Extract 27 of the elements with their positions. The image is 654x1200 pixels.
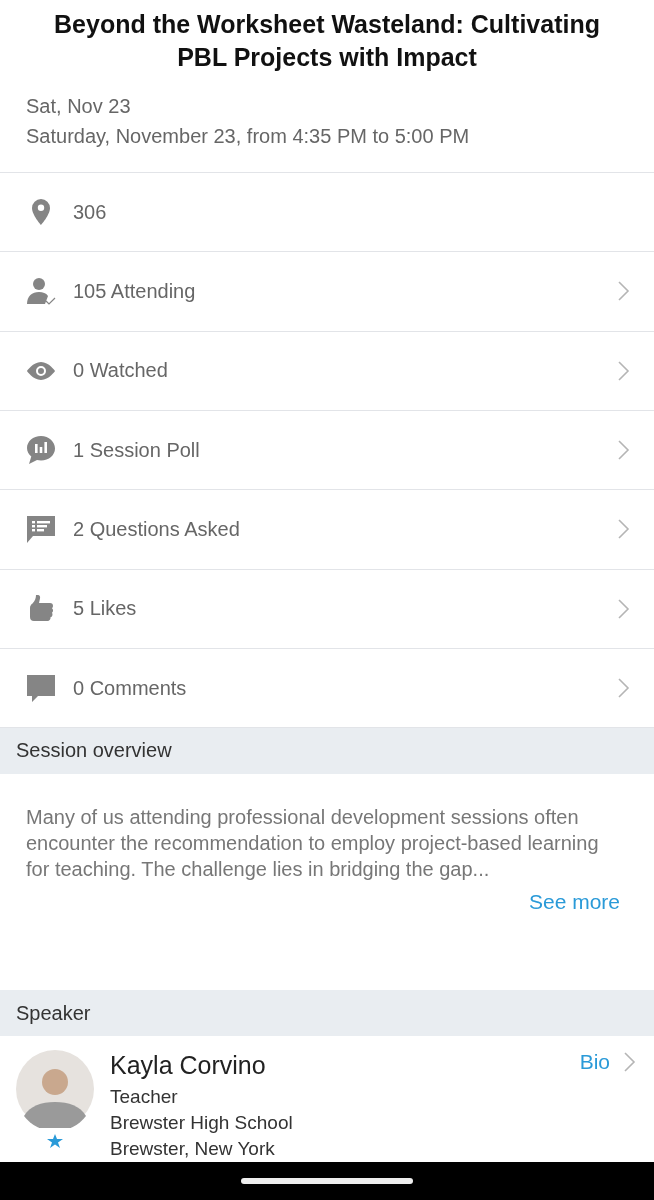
speaker-role: Teacher: [110, 1085, 179, 1109]
session-date: Sat, Nov 23: [26, 94, 132, 118]
speaker-name: Kayla Corvino: [110, 1050, 267, 1080]
stat-label: 0 Comments: [73, 676, 188, 700]
overview-text: Many of us attending professional development sessions often encounter the recommendation to employ project-based learning for teaching. The challenge lies in bridging the gap...: [26, 804, 600, 882]
section-heading: Speaker: [0, 990, 654, 1036]
section-heading: Session overview: [0, 728, 654, 774]
session-stat-row[interactable]: 5 Likes: [0, 569, 654, 649]
speaker-organization: Brewster High School: [110, 1111, 294, 1135]
session-stat-row[interactable]: 2 Questions Asked: [0, 490, 654, 570]
stat-label: 105 Attending: [73, 279, 197, 303]
stat-label: 2 Questions Asked: [73, 517, 241, 541]
bio-link[interactable]: Bio: [579, 1050, 636, 1074]
session-stat-row[interactable]: 0 Watched: [0, 331, 654, 411]
session-title: Beyond the Worksheet Wasteland: Cultivating PBL Projects with Impact: [53, 9, 601, 73]
speaker-location: Brewster, New York: [110, 1137, 276, 1161]
stat-label: 5 Likes: [73, 597, 138, 621]
home-indicator[interactable]: [241, 1178, 413, 1184]
see-more-link[interactable]: See more: [528, 889, 620, 914]
stat-label: 306: [73, 200, 108, 224]
session-stat-row[interactable]: 1 Session Poll: [0, 410, 654, 491]
chevron-icon: [622, 1050, 636, 1074]
session-time: Saturday, November 23, from 4:35 PM to 5:00 PM: [26, 124, 471, 148]
star-icon: [47, 1134, 63, 1148]
stat-label: 0 Watched: [73, 359, 169, 383]
session-stat-row[interactable]: 105 Attending: [0, 252, 654, 332]
stat-label: 1 Session Poll: [73, 438, 201, 462]
